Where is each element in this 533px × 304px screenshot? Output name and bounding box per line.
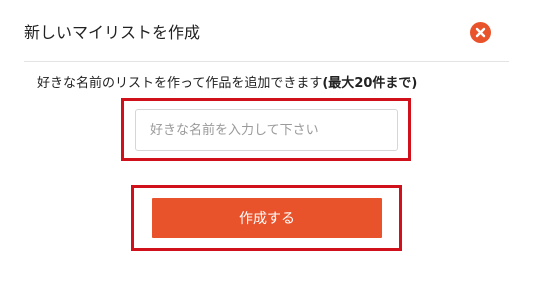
list-name-input[interactable]	[135, 109, 398, 151]
close-button[interactable]	[470, 22, 491, 43]
header-divider	[24, 61, 509, 62]
create-button[interactable]: 作成する	[152, 198, 382, 238]
close-icon	[475, 27, 486, 38]
create-mylist-dialog: 新しいマイリストを作成 好きな名前のリストを作って作品を追加できます(最大20件…	[0, 0, 533, 304]
description-note: (最大20件まで)	[322, 76, 418, 91]
description-main: 好きな名前のリストを作って作品を追加できます	[37, 76, 323, 91]
dialog-description: 好きな名前のリストを作って作品を追加できます(最大20件まで)	[37, 75, 417, 93]
dialog-title: 新しいマイリストを作成	[24, 23, 201, 42]
